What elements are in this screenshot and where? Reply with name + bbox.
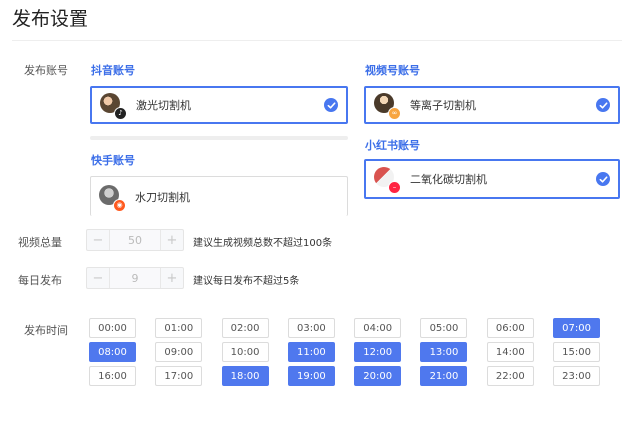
daily-publish-input[interactable]: 9 [109, 268, 161, 288]
time-slot-0500[interactable]: 05:00 [420, 318, 468, 338]
avatar: ♪ [100, 93, 127, 120]
account-name: 水刀切割机 [135, 190, 190, 204]
time-slot-0900[interactable]: 09:00 [155, 342, 203, 362]
kuaishou-section-title: 快手账号 [91, 154, 135, 167]
time-slot-1000[interactable]: 10:00 [221, 342, 269, 362]
time-slot-1100[interactable]: 11:00 [287, 342, 335, 362]
time-slot-1700[interactable]: 17:00 [155, 366, 203, 386]
shipinhao-section-title: 视频号账号 [365, 64, 420, 77]
time-slot-1300[interactable]: 13:00 [420, 342, 468, 362]
account-card-shipinhao[interactable]: ∞ 等离子切割机 [364, 86, 620, 124]
video-total-stepper: − 50 + [86, 229, 184, 251]
decrement-button[interactable]: − [87, 230, 109, 250]
check-icon [596, 98, 610, 112]
time-slot-2200[interactable]: 22:00 [486, 366, 534, 386]
xiaohongshu-icon: – [388, 181, 401, 194]
kuaishou-icon: ◉ [113, 198, 126, 212]
time-slot-2000[interactable]: 20:00 [354, 366, 402, 386]
account-name: 二氧化碳切割机 [410, 173, 487, 186]
video-total-input[interactable]: 50 [109, 230, 161, 250]
decrement-button[interactable]: − [87, 268, 109, 288]
daily-publish-hint: 建议每日发布不超过5条 [193, 276, 300, 287]
time-slot-0400[interactable]: 04:00 [354, 318, 402, 338]
account-card-xiaohongshu[interactable]: – 二氧化碳切割机 [364, 159, 620, 199]
time-slot-1200[interactable]: 12:00 [354, 342, 402, 362]
time-slot-1400[interactable]: 14:00 [486, 342, 534, 362]
time-slot-grid: 00:00 01:00 02:00 03:00 04:00 05:00 06:00 07:00… [89, 318, 601, 386]
time-slot-1500[interactable]: 15:00 [553, 342, 601, 362]
video-total-hint: 建议生成视频总数不超过100条 [193, 238, 333, 249]
time-slot-0600[interactable]: 06:00 [486, 318, 534, 338]
publish-account-label: 发布账号 [24, 64, 68, 77]
check-icon [324, 98, 338, 112]
time-slot-0800[interactable]: 08:00 [89, 342, 136, 362]
douyin-section-title: 抖音账号 [91, 64, 135, 77]
title-divider [12, 40, 622, 41]
daily-publish-label: 每日发布 [18, 274, 62, 287]
check-icon [596, 172, 610, 186]
channels-icon: ∞ [388, 107, 401, 120]
avatar: ∞ [374, 93, 401, 120]
time-slot-0100[interactable]: 01:00 [155, 318, 203, 338]
daily-publish-stepper: − 9 + [86, 267, 184, 289]
time-slot-1800[interactable]: 18:00 [221, 366, 269, 386]
increment-button[interactable]: + [161, 268, 183, 288]
publish-time-label: 发布时间 [24, 324, 68, 337]
account-card-kuaishou[interactable]: ◉ 水刀切割机 [90, 176, 348, 216]
tiktok-icon: ♪ [114, 107, 127, 120]
xiaohongshu-section-title: 小红书账号 [365, 139, 420, 152]
time-slot-0000[interactable]: 00:00 [89, 318, 136, 338]
page-title: 发布设置 [12, 8, 89, 30]
time-slot-1600[interactable]: 16:00 [89, 366, 136, 386]
time-slot-0300[interactable]: 03:00 [287, 318, 335, 338]
time-slot-1900[interactable]: 19:00 [287, 366, 335, 386]
time-slot-0700[interactable]: 07:00 [553, 318, 601, 338]
video-total-label: 视频总量 [18, 236, 62, 249]
time-slot-2100[interactable]: 21:00 [420, 366, 468, 386]
time-slot-2300[interactable]: 23:00 [553, 366, 601, 386]
time-slot-0200[interactable]: 02:00 [221, 318, 269, 338]
avatar: ◉ [99, 184, 126, 212]
increment-button[interactable]: + [161, 230, 183, 250]
card-separator [90, 136, 348, 140]
account-card-douyin[interactable]: ♪ 激光切割机 [90, 86, 348, 124]
avatar: – [374, 167, 401, 194]
account-name: 激光切割机 [136, 99, 191, 112]
account-name: 等离子切割机 [410, 99, 476, 112]
